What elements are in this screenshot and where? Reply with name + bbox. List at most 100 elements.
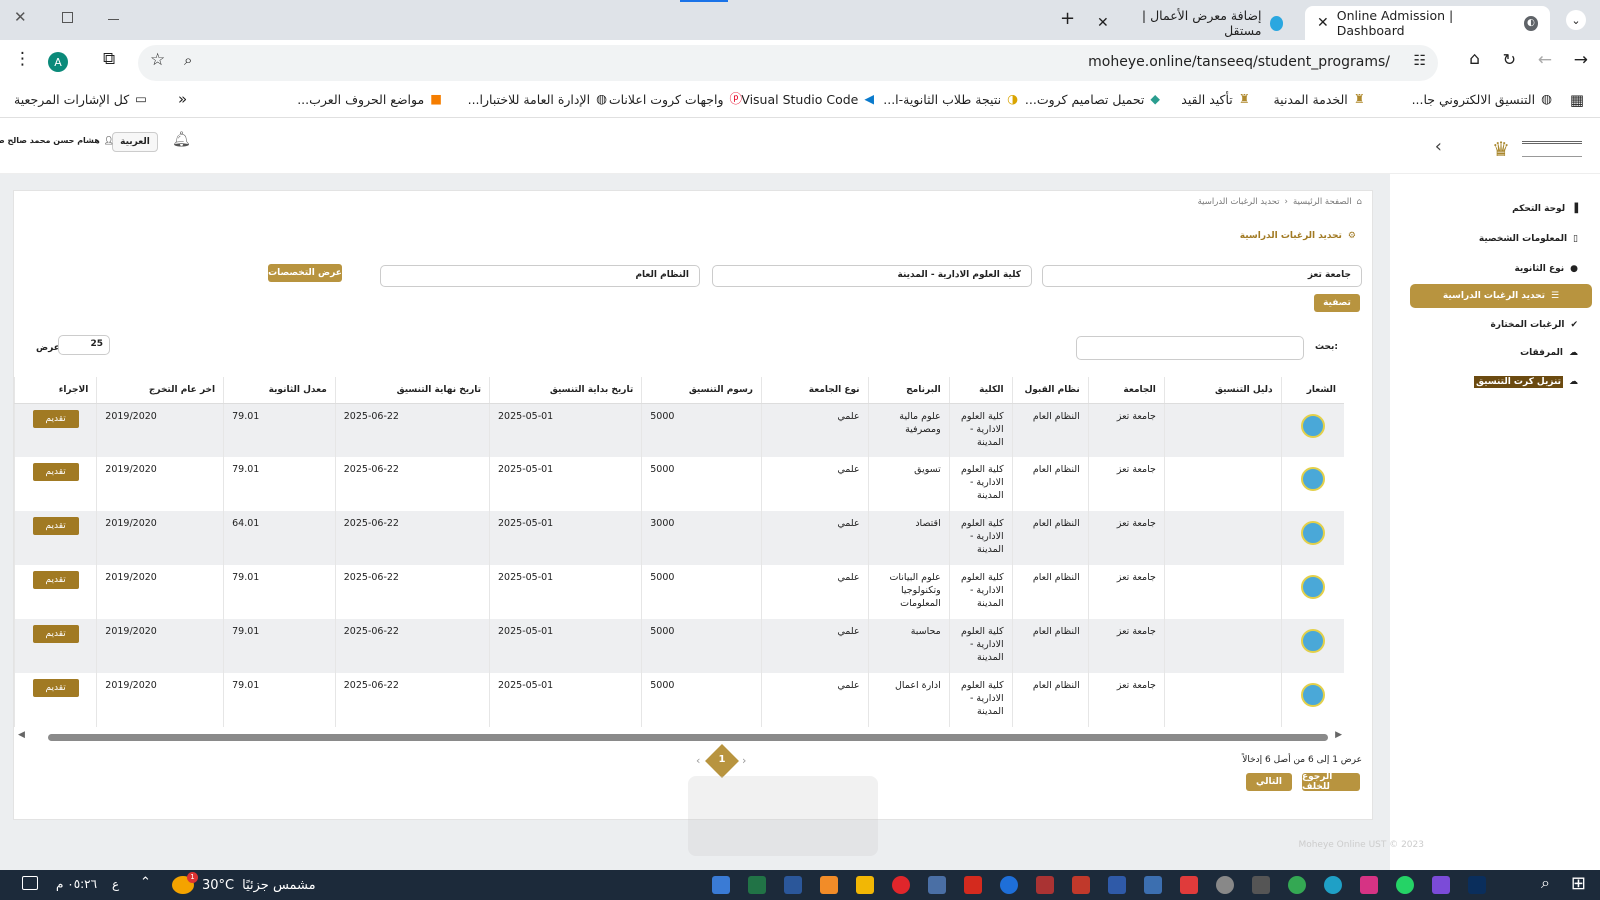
- minimize-window-icon[interactable]: [108, 19, 119, 20]
- user-menu[interactable]: 👤︎ هشام حسن محمد صالح صا: [0, 136, 114, 145]
- college-select[interactable]: كلية العلوم الادارية - المدينة: [712, 265, 1032, 287]
- app-icon[interactable]: [820, 876, 838, 894]
- column-header[interactable]: البرنامج: [867, 377, 950, 404]
- sidebar-item-study-preferences[interactable]: ☰ تحديد الرغبات الدراسية: [1410, 284, 1592, 308]
- pagination-next-chevron-icon[interactable]: ›: [742, 755, 746, 766]
- column-header[interactable]: تاريخ بداية التنسيق: [489, 377, 642, 404]
- new-tab-icon[interactable]: +: [1060, 10, 1075, 28]
- scrollbar-thumb[interactable]: [48, 734, 1328, 741]
- bookmark-item[interactable]: ◍ التنسيق الالكتروني جا...: [1412, 92, 1552, 107]
- extensions-icon[interactable]: ⧉: [103, 51, 115, 68]
- tray-chevron-icon[interactable]: ⌃: [140, 876, 151, 889]
- column-header[interactable]: دليل التنسيق: [1163, 377, 1282, 404]
- weather-widget[interactable]: 1 30°C مشمس جزئيًا: [172, 872, 316, 894]
- start-icon[interactable]: ⊞: [1571, 875, 1586, 893]
- sidebar-item-download-card[interactable]: ☁ تنزيل كرت التنسيق: [1474, 376, 1578, 388]
- sidebar-item-selected-preferences[interactable]: ✔ الرغبات المختارة: [1490, 320, 1578, 330]
- opera-icon[interactable]: [892, 876, 910, 894]
- edge-icon[interactable]: [1324, 876, 1342, 894]
- whatsapp-icon[interactable]: [1396, 876, 1414, 894]
- show-programs-button[interactable]: عرض التخصصات: [268, 264, 342, 282]
- app-icon[interactable]: [1036, 876, 1054, 894]
- notifications-icon[interactable]: [22, 876, 38, 890]
- bookmark-item[interactable]: ◍ الإدارة العامة للاختبارا...: [468, 92, 607, 107]
- taskbar-search-icon[interactable]: ⌕: [1541, 875, 1550, 891]
- next-button[interactable]: التالي: [1246, 773, 1292, 791]
- column-header[interactable]: الاجراء: [14, 377, 97, 404]
- more-bookmarks-icon[interactable]: »: [178, 92, 187, 107]
- app-icon[interactable]: [1072, 876, 1090, 894]
- restore-window-icon[interactable]: [62, 12, 73, 23]
- column-header[interactable]: نوع الجامعة: [760, 377, 869, 404]
- bookmark-item[interactable]: ◆ تحميل تصاميم كروت...: [1025, 92, 1160, 107]
- apply-button[interactable]: تقديم: [32, 517, 79, 535]
- keyboard-icon[interactable]: [1144, 876, 1162, 894]
- reload-icon[interactable]: ↻: [1503, 52, 1516, 68]
- breadcrumb-home[interactable]: الصفحة الرئيسية: [1293, 197, 1352, 207]
- clock[interactable]: ٠٥:٢٦ م: [56, 877, 97, 891]
- file-explorer-icon[interactable]: [856, 876, 874, 894]
- sidebar-item-dashboard[interactable]: ▐ لوحة التحكم: [1512, 204, 1578, 214]
- apply-button[interactable]: تقديم: [32, 679, 79, 697]
- column-header[interactable]: الجامعة: [1087, 377, 1165, 404]
- close-tab-icon[interactable]: ✕: [1317, 16, 1329, 30]
- notification-bell-icon[interactable]: 🔔︎: [172, 132, 191, 147]
- filter-button[interactable]: تصفية: [1314, 294, 1360, 312]
- photoshop-icon[interactable]: [1468, 876, 1486, 894]
- horizontal-scrollbar[interactable]: ◀ ▶: [14, 731, 1346, 743]
- back-button[interactable]: الرجوع للخلف: [1302, 772, 1360, 792]
- column-header[interactable]: الشعار: [1280, 377, 1344, 404]
- menu-kebab-icon[interactable]: ⋮: [14, 51, 31, 68]
- bookmark-star-icon[interactable]: ☆: [150, 52, 165, 69]
- apply-button[interactable]: تقديم: [32, 571, 79, 589]
- scroll-right-arrow-icon[interactable]: ▶: [1335, 731, 1342, 740]
- app-icon[interactable]: [1180, 876, 1198, 894]
- apply-button[interactable]: تقديم: [32, 625, 79, 643]
- tab-search-icon[interactable]: ⌄: [1566, 10, 1586, 30]
- tab-mostaql[interactable]: إضافة معرض الأعمال | مستقل ✕: [1085, 6, 1295, 40]
- sidebar-item-personal-info[interactable]: ▯ المعلومات الشخصية: [1479, 234, 1578, 244]
- bookmark-item[interactable]: ◑ نتيجة طلاب الثانوية-ا...: [883, 92, 1018, 107]
- back-arrow-icon[interactable]: →: [1574, 52, 1588, 69]
- sidebar-toggle-chevron-icon[interactable]: ‹: [1435, 138, 1442, 156]
- zoom-icon[interactable]: ⌕: [184, 53, 192, 68]
- column-header[interactable]: رسوم التنسيق: [641, 377, 762, 404]
- apps-grid-icon[interactable]: ▦: [1570, 93, 1584, 108]
- pagination-prev-chevron-icon[interactable]: ‹: [696, 755, 700, 766]
- apply-button[interactable]: تقديم: [32, 409, 79, 428]
- bluetooth-icon[interactable]: [1000, 876, 1018, 894]
- app-icon[interactable]: [1432, 876, 1450, 894]
- home-icon[interactable]: ⌂: [1469, 51, 1480, 68]
- column-header[interactable]: نظام القبول: [1011, 377, 1089, 404]
- bookmark-item[interactable]: ♜ الخدمة المدنية: [1273, 92, 1365, 107]
- column-header[interactable]: تاريخ نهاية التنسيق: [334, 377, 490, 404]
- all-bookmarks[interactable]: ▭ كل الإشارات المرجعية: [14, 92, 147, 107]
- app-icon[interactable]: [712, 876, 730, 894]
- settings-icon[interactable]: [1216, 876, 1234, 894]
- apply-button[interactable]: تقديم: [32, 463, 79, 481]
- language-select[interactable]: العربية: [112, 132, 158, 152]
- sidebar-item-secondary-type[interactable]: ● نوع الثانوية: [1514, 264, 1578, 274]
- tab-dashboard[interactable]: ◐ Online Admission | Dashboard ✕: [1305, 6, 1550, 40]
- page-size-select[interactable]: 25: [58, 335, 110, 355]
- bookmark-item[interactable]: ◀ Visual Studio Code: [741, 92, 874, 107]
- search-input[interactable]: [1076, 336, 1304, 360]
- bookmark-item[interactable]: ■ مواضع الحروف العرب...: [297, 92, 442, 107]
- chrome-icon[interactable]: [1288, 876, 1306, 894]
- input-language[interactable]: ع: [112, 877, 119, 891]
- site-settings-icon[interactable]: ☷: [1413, 54, 1426, 68]
- excel-icon[interactable]: [748, 876, 766, 894]
- address-bar[interactable]: ☷ moheye.online/tanseeq/student_programs…: [138, 45, 1438, 81]
- app-icon[interactable]: [1108, 876, 1126, 894]
- forward-arrow-icon[interactable]: ←: [1538, 52, 1552, 69]
- calculator-icon[interactable]: [1252, 876, 1270, 894]
- sidebar-item-attachments[interactable]: ☁ المرفقات: [1520, 348, 1578, 358]
- scroll-left-arrow-icon[interactable]: ◀: [18, 731, 25, 740]
- admission-system-select[interactable]: النظام العام: [380, 265, 700, 287]
- column-header[interactable]: الكلية: [948, 377, 1013, 404]
- close-window-icon[interactable]: ✕: [14, 10, 27, 25]
- word-icon[interactable]: [784, 876, 802, 894]
- app-icon[interactable]: [1360, 876, 1378, 894]
- acrobat-icon[interactable]: [964, 876, 982, 894]
- close-tab-icon[interactable]: ✕: [1097, 16, 1109, 30]
